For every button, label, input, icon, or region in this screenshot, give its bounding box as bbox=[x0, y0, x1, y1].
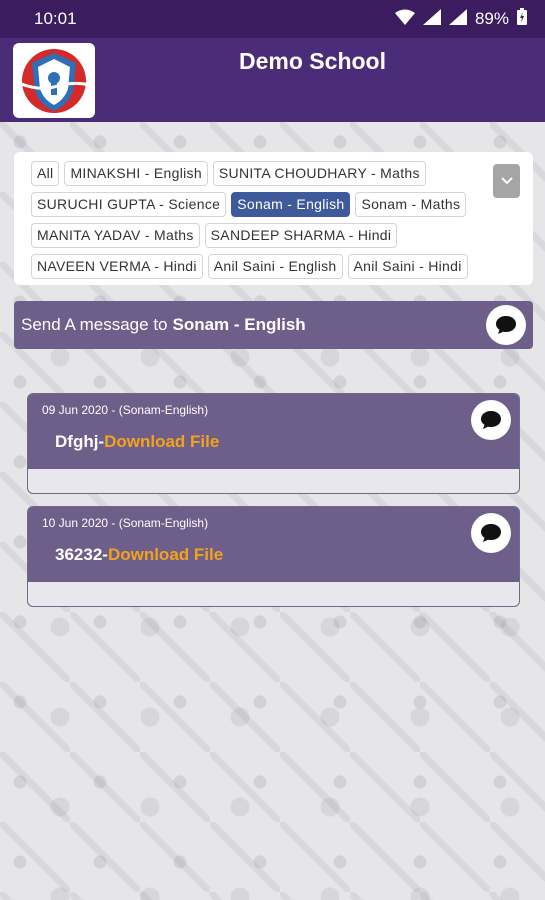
chip-anil-saini-hindi[interactable]: Anil Saini - Hindi bbox=[347, 254, 468, 279]
chip-row-3: MANITA YADAV - Maths SANDEEP SHARMA - Hi… bbox=[31, 223, 398, 248]
chat-bubble-icon bbox=[481, 411, 501, 429]
chip-sonam-english[interactable]: Sonam - English bbox=[231, 192, 351, 217]
message-body: Dfghj- bbox=[55, 432, 105, 451]
send-message-recipient: Sonam - English bbox=[172, 315, 306, 334]
message-text: 36232-Download File bbox=[55, 545, 223, 565]
chip-row-1: All MINAKSHI - English SUNITA CHOUDHARY … bbox=[31, 161, 426, 186]
message-card: 10 Jun 2020 - (Sonam-English) 36232-Down… bbox=[27, 506, 520, 607]
chip-sonam-maths[interactable]: Sonam - Maths bbox=[355, 192, 467, 217]
message-header: 09 Jun 2020 - (Sonam-English) Dfghj-Down… bbox=[28, 394, 519, 469]
chevron-down-icon bbox=[500, 177, 513, 185]
chat-bubble-icon bbox=[496, 316, 516, 334]
wifi-icon bbox=[394, 9, 415, 30]
chip-row-4: NAVEEN VERMA - Hindi Anil Saini - Englis… bbox=[31, 254, 468, 279]
chip-anil-saini-english[interactable]: Anil Saini - English bbox=[207, 254, 343, 279]
message-text: Dfghj-Download File bbox=[55, 432, 219, 452]
message-date: 10 Jun 2020 - (Sonam-English) bbox=[42, 516, 209, 530]
page-title: Demo School bbox=[239, 48, 386, 74]
send-message-bar[interactable]: Send A message to Sonam - English bbox=[14, 301, 533, 349]
download-file-link[interactable]: Download File bbox=[104, 432, 219, 451]
chip-suruchi-gupta-science[interactable]: SURUCHI GUPTA - Science bbox=[31, 192, 227, 217]
battery-percent: 89% bbox=[474, 9, 509, 28]
chip-naveen-verma-hindi[interactable]: NAVEEN VERMA - Hindi bbox=[31, 254, 203, 279]
chip-sunita-choudhary-maths[interactable]: SUNITA CHOUDHARY - Maths bbox=[212, 161, 426, 186]
message-body: 36232- bbox=[55, 545, 108, 564]
send-message-prefix: Send A message to bbox=[21, 315, 168, 334]
download-file-link[interactable]: Download File bbox=[108, 545, 223, 564]
chip-sandeep-sharma-hindi[interactable]: SANDEEP SHARMA - Hindi bbox=[204, 223, 398, 248]
message-date: 09 Jun 2020 - (Sonam-English) bbox=[42, 403, 209, 417]
reply-button[interactable] bbox=[471, 400, 511, 440]
teacher-filter-panel: All MINAKSHI - English SUNITA CHOUDHARY … bbox=[14, 152, 533, 285]
chip-manita-yadav-maths[interactable]: MANITA YADAV - Maths bbox=[31, 223, 200, 248]
chat-bubble-icon bbox=[481, 524, 501, 542]
signal-icon bbox=[422, 8, 441, 30]
chip-minakshi-english[interactable]: MINAKSHI - English bbox=[64, 161, 208, 186]
status-bar: 10:01 89% bbox=[0, 0, 545, 38]
message-card: 09 Jun 2020 - (Sonam-English) Dfghj-Down… bbox=[27, 393, 520, 494]
app-bar: Demo School bbox=[0, 38, 545, 122]
chip-row-2: SURUCHI GUPTA - Science Sonam - English … bbox=[31, 192, 467, 217]
chip-all[interactable]: All bbox=[31, 161, 60, 186]
reply-button[interactable] bbox=[471, 513, 511, 553]
expand-chips-button[interactable] bbox=[493, 164, 520, 198]
message-header: 10 Jun 2020 - (Sonam-English) 36232-Down… bbox=[28, 507, 519, 582]
signal-icon-2 bbox=[448, 8, 467, 30]
status-icons: 89% bbox=[394, 8, 527, 30]
compose-message-button[interactable] bbox=[486, 305, 526, 345]
status-time: 10:01 bbox=[34, 9, 77, 28]
battery-icon bbox=[517, 8, 527, 30]
